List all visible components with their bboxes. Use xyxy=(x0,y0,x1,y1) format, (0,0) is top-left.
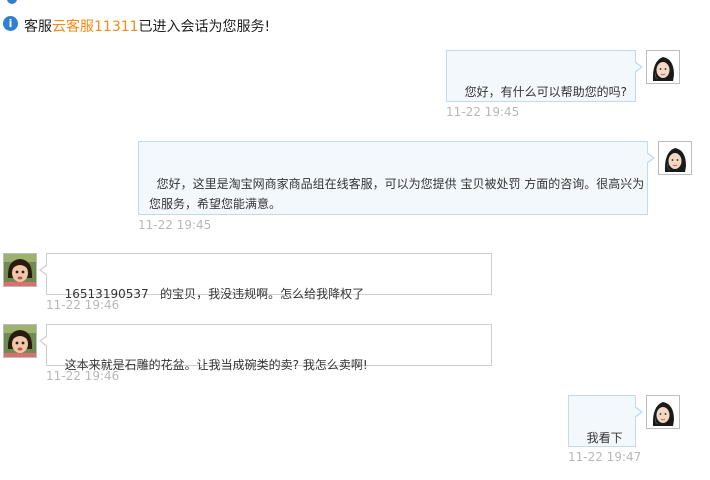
message-time: 11-22 19:46 xyxy=(46,298,120,312)
bubble-tail xyxy=(39,264,48,276)
bubble-tail xyxy=(646,152,655,164)
bubble-tail xyxy=(634,406,643,418)
user-avatar[interactable] xyxy=(3,253,37,287)
message-bubble-agent: 您好，这里是淘宝网商家商品组在线客服，可以为您提供 宝贝被处罚 方面的咨询。很高… xyxy=(138,141,655,215)
system-prefix: 客服 xyxy=(24,19,52,35)
message-text: 您好，这里是淘宝网商家商品组在线客服，可以为您提供 宝贝被处罚 方面的咨询。很高… xyxy=(149,177,645,211)
agent-avatar[interactable] xyxy=(646,50,680,84)
agent-name: 云客服11311 xyxy=(52,19,139,35)
message-bubble-agent: 我看下 xyxy=(568,395,643,447)
message-time: 11-22 19:47 xyxy=(568,450,642,464)
bubble-tail xyxy=(634,61,643,73)
system-suffix: 已进入会话为您服务! xyxy=(138,19,271,35)
agent-avatar[interactable] xyxy=(646,395,680,429)
message-bubble-agent: 您好，有什么可以帮助您的吗? xyxy=(446,50,643,102)
user-avatar-photo xyxy=(4,254,36,286)
message-text: 您好，有什么可以帮助您的吗? xyxy=(464,85,628,99)
message-bubble-user: 16513190537 的宝贝，我没违规啊。怎么给我降权了 xyxy=(39,253,492,301)
agent-avatar-photo xyxy=(647,51,679,83)
info-icon: i xyxy=(3,16,18,31)
agent-avatar-photo xyxy=(659,142,691,174)
scroll-indicator-dot xyxy=(7,0,17,4)
message-time: 11-22 19:46 xyxy=(46,369,120,383)
system-message: 客服云客服11311已进入会话为您服务! xyxy=(24,16,270,36)
agent-avatar[interactable] xyxy=(658,141,692,175)
message-time: 11-22 19:45 xyxy=(446,105,520,119)
user-avatar-photo xyxy=(4,325,36,357)
bubble-tail xyxy=(39,335,48,347)
user-avatar[interactable] xyxy=(3,324,37,358)
message-bubble-user: 这本来就是石雕的花盆。让我当成碗类的卖? 我怎么卖啊! xyxy=(39,324,492,372)
message-time: 11-22 19:45 xyxy=(138,218,212,232)
agent-avatar-photo xyxy=(647,396,679,428)
message-text: 我看下 xyxy=(586,431,623,445)
